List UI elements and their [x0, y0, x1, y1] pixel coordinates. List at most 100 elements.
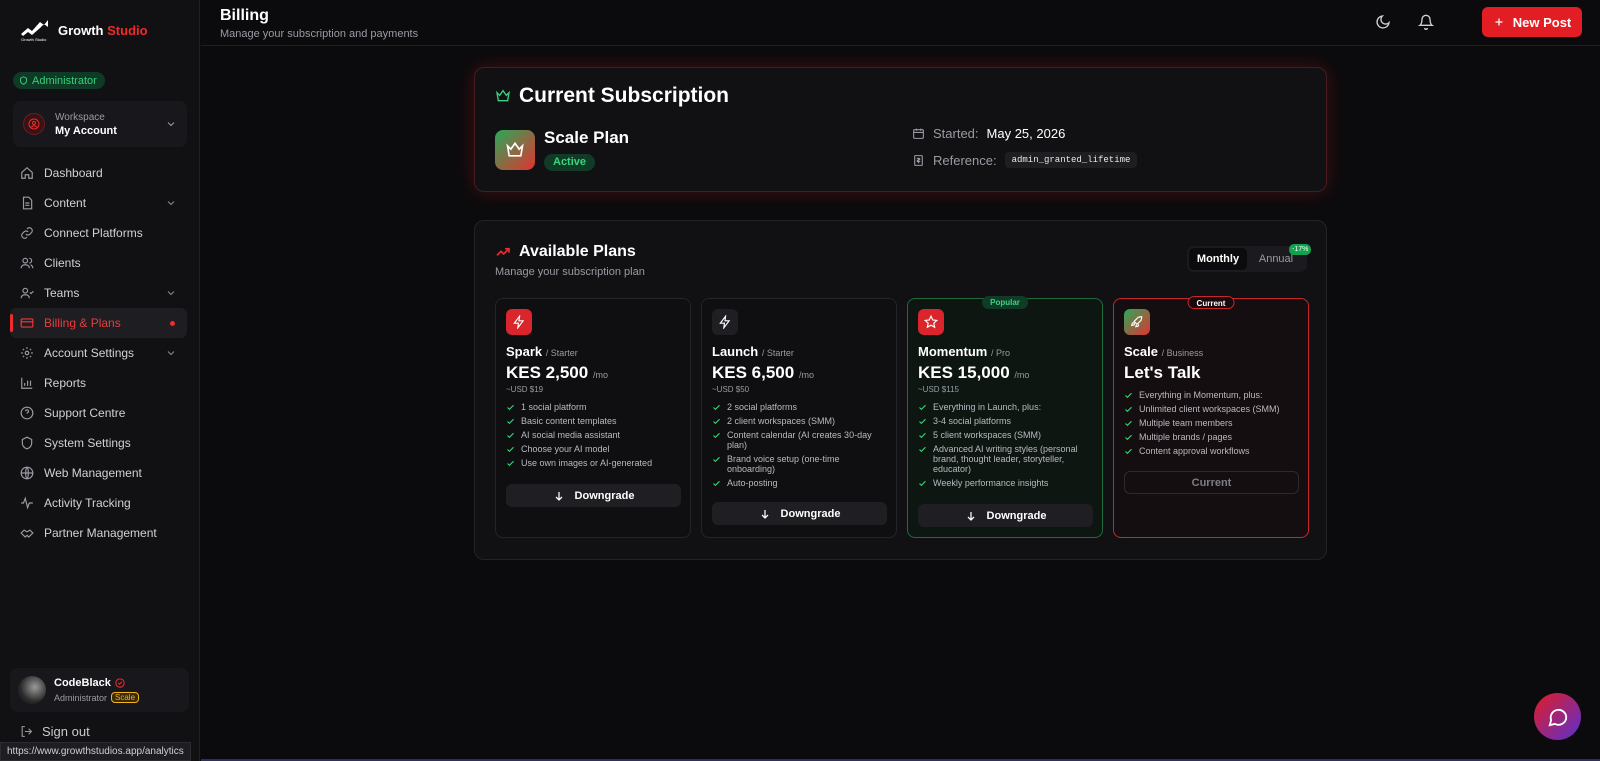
credit-card-icon	[20, 318, 34, 328]
popular-ribbon: Popular	[982, 296, 1028, 309]
user-circle-icon	[28, 118, 40, 130]
crown-icon	[496, 89, 510, 102]
globe-icon	[20, 466, 34, 480]
avatar	[18, 676, 46, 704]
plan-usd-price: ~USD $50	[712, 385, 750, 394]
sidebar-item-billing-plans[interactable]: Billing & Plans	[10, 308, 187, 338]
check-icon	[919, 418, 926, 425]
plans-subtitle: Manage your subscription plan	[495, 266, 645, 278]
lightning-icon	[712, 309, 738, 335]
available-plans-card: Available Plans Manage your subscription…	[474, 220, 1327, 560]
plan-name: Scale / Business	[1124, 344, 1204, 359]
workspace-selector[interactable]: Workspace My Account	[13, 101, 187, 147]
users-icon	[20, 257, 34, 269]
plan-badge	[495, 130, 535, 170]
feature-item: 3-4 social platforms	[918, 416, 1096, 426]
sidebar-item-activity-tracking[interactable]: Activity Tracking	[10, 488, 187, 518]
sidebar-item-content[interactable]: Content	[10, 188, 187, 218]
file-icon	[22, 196, 33, 210]
subscription-title: Current Subscription	[519, 84, 730, 107]
chevron-down-icon	[167, 201, 175, 206]
sidebar-item-web-management[interactable]: Web Management	[10, 458, 187, 488]
started-date: May 25, 2026	[986, 126, 1066, 141]
current-ribbon: Current	[1187, 296, 1235, 309]
check-icon	[713, 456, 720, 463]
downgrade-button[interactable]: Downgrade	[918, 504, 1093, 527]
downgrade-button[interactable]: Downgrade	[712, 502, 887, 525]
plan-card-launch: Launch / Starter KES 6,500 /mo ~USD $50 …	[701, 298, 897, 538]
feature-list: Everything in Momentum, plus: Unlimited …	[1124, 390, 1302, 460]
check-icon	[919, 432, 926, 439]
plan-card-scale: Current Scale / Business Let's Talk Ever…	[1113, 296, 1309, 538]
help-circle-icon	[20, 406, 34, 420]
downgrade-button[interactable]: Downgrade	[506, 484, 681, 507]
feature-item: Content approval workflows	[1124, 446, 1302, 456]
sidebar-item-support-centre[interactable]: Support Centre	[10, 398, 187, 428]
arrow-down-icon	[761, 509, 768, 519]
brand-name: Growth Studio	[58, 22, 148, 38]
home-icon	[21, 166, 33, 179]
check-icon	[919, 446, 926, 453]
bar-chart-icon	[21, 377, 33, 389]
check-icon	[919, 404, 926, 411]
chat-button[interactable]	[1534, 693, 1581, 740]
sidebar-item-system-settings[interactable]: System Settings	[10, 428, 187, 458]
chevron-down-icon	[167, 122, 175, 127]
check-icon	[1125, 448, 1132, 455]
bell-icon[interactable]	[1418, 14, 1434, 30]
workspace-avatar	[23, 113, 45, 135]
feature-item: 1 social platform	[506, 402, 684, 412]
check-icon	[507, 418, 514, 425]
sidebar-item-connect-platforms[interactable]: Connect Platforms	[10, 218, 187, 248]
plan-price: KES 6,500 /mo	[712, 363, 814, 382]
feature-item: AI social media assistant	[506, 430, 684, 440]
plan-card-spark: Spark / Starter KES 2,500 /mo ~USD $19 1…	[495, 298, 691, 538]
sign-out-button[interactable]: Sign out	[20, 724, 90, 739]
annual-discount-badge: -17%	[1289, 244, 1312, 255]
plans-title: Available Plans	[519, 243, 636, 260]
arrow-down-icon	[555, 491, 562, 501]
verified-badge-icon	[115, 678, 125, 688]
handshake-icon	[20, 529, 34, 538]
status-url: https://www.growthstudios.app/analytics	[0, 742, 191, 761]
user-name: CodeBlack	[54, 677, 111, 689]
toggle-monthly[interactable]: Monthly	[1189, 248, 1247, 270]
plan-price: KES 15,000 /mo	[918, 363, 1030, 382]
new-post-button[interactable]: New Post	[1482, 7, 1582, 37]
moon-icon[interactable]	[1375, 14, 1391, 30]
chevron-down-icon	[167, 291, 175, 296]
check-icon	[713, 480, 720, 487]
chevron-down-icon	[167, 351, 175, 356]
sidebar-item-account-settings[interactable]: Account Settings	[10, 338, 187, 368]
feature-item: Multiple brands / pages	[1124, 432, 1302, 442]
chat-bubble-icon	[1547, 708, 1567, 727]
reference-row: Reference: admin_granted_lifetime	[912, 152, 1138, 168]
started-row: Started: May 25, 2026	[912, 126, 1065, 141]
shield-icon	[21, 436, 33, 450]
check-icon	[713, 404, 720, 411]
link-icon	[21, 227, 33, 239]
sidebar-item-partner-management[interactable]: Partner Management	[10, 518, 187, 548]
team-icon	[20, 287, 34, 299]
check-icon	[507, 432, 514, 439]
feature-item: Use own images or AI-generated	[506, 458, 684, 468]
sidebar-item-clients[interactable]: Clients	[10, 248, 187, 278]
activity-icon	[21, 496, 33, 510]
shield-icon	[20, 76, 27, 85]
role-badge: Administrator	[13, 72, 105, 89]
feature-item: Content calendar (AI creates 30-day plan…	[712, 430, 890, 450]
check-icon	[507, 446, 514, 453]
sidebar-item-teams[interactable]: Teams	[10, 278, 187, 308]
plan-usd-price: ~USD $115	[918, 385, 959, 394]
page-subtitle: Manage your subscription and payments	[220, 28, 419, 40]
status-badge: Active	[544, 154, 596, 171]
sidebar-item-reports[interactable]: Reports	[10, 368, 187, 398]
plan-name: Momentum / Pro	[918, 344, 1010, 359]
current-plan-name: Scale Plan	[544, 128, 630, 147]
user-card[interactable]: CodeBlack Administrator Scale	[10, 668, 189, 712]
sidebar-item-dashboard[interactable]: Dashboard	[10, 158, 187, 188]
current-plan-button[interactable]: Current	[1124, 471, 1299, 494]
lightning-icon	[506, 309, 532, 335]
brand[interactable]: Growth Studio Growth Studio	[20, 18, 148, 42]
check-icon	[919, 480, 926, 487]
